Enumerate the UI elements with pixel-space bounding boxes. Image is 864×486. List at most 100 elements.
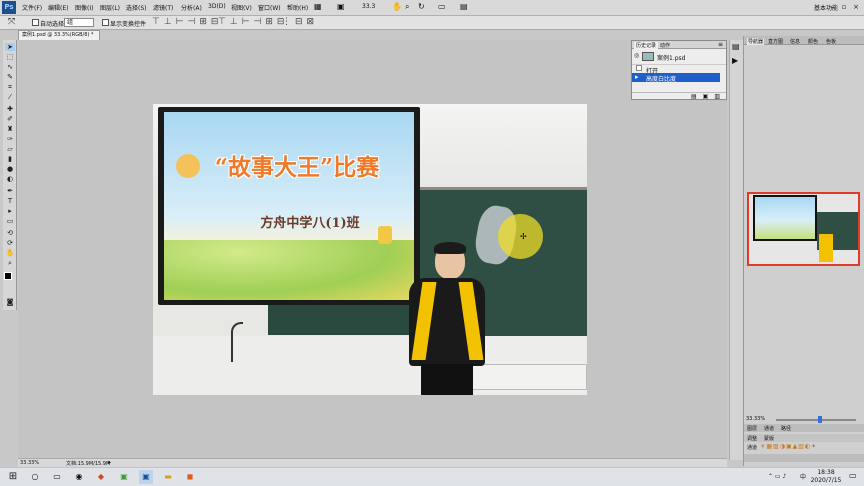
arrange-icon[interactable]: ▣ — [337, 2, 345, 11]
snapshot-label[interactable]: 案例1.psd — [657, 53, 685, 62]
menu-view[interactable]: 视图(V) — [231, 3, 252, 12]
auto-select-dropdown[interactable]: 组 — [64, 18, 94, 27]
cable — [231, 322, 243, 362]
history-item-icon — [636, 65, 642, 71]
extras-icon[interactable]: ▤ — [460, 2, 468, 11]
type-tool-icon[interactable]: T — [5, 197, 15, 205]
tab-navigator[interactable]: 导航器 — [747, 38, 765, 45]
3d-rotate-tool-icon[interactable]: ⟲ — [5, 229, 15, 237]
navigator-view-frame[interactable] — [747, 192, 860, 266]
menu-analysis[interactable]: 分析(A) — [181, 3, 202, 12]
stamp-tool-icon[interactable]: ♜ — [5, 125, 15, 133]
status-arrow-icon[interactable]: ▸ — [108, 459, 111, 466]
tab-masks[interactable]: 蒙版 — [764, 435, 774, 442]
restore-icon[interactable]: ▫ — [838, 2, 850, 13]
tab-layers[interactable]: 图层 — [747, 425, 757, 432]
navigator-zoom-handle[interactable] — [818, 416, 822, 423]
path-select-tool-icon[interactable]: ▸ — [5, 207, 15, 215]
quick-mask-icon[interactable]: ◙ — [5, 298, 15, 306]
tab-channels[interactable]: 通道 — [764, 425, 774, 432]
channels-label[interactable]: 通道 — [747, 444, 757, 451]
screen-mode-icon[interactable]: ▭ — [438, 2, 446, 11]
zoom-icon[interactable]: ⌕ — [405, 2, 409, 12]
history-source-icon[interactable]: ◎ — [634, 52, 639, 59]
adjustment-icons[interactable]: ☀▦▨◑▣▲▥◐✦ — [760, 443, 864, 452]
auto-select-label: 自动选择: — [40, 21, 67, 28]
notification-icon[interactable]: ▭ — [849, 471, 857, 480]
history-item-selected[interactable]: ▸ 高度白比度 — [632, 73, 720, 83]
marquee-tool-icon[interactable]: ⬚ — [5, 53, 15, 61]
history-panel-icon[interactable]: ▤ — [732, 42, 740, 51]
chrome-icon[interactable]: ◉ — [72, 470, 86, 484]
move-tool-icon[interactable]: ⤧ — [8, 17, 15, 27]
healing-tool-icon[interactable]: ✚ — [5, 105, 15, 113]
history-item[interactable]: 打开 — [632, 64, 726, 75]
tab-history[interactable]: 历史记录 — [634, 42, 659, 49]
zoom-tool-icon[interactable]: ⌕ — [5, 259, 15, 267]
tab-adjustments[interactable]: 调整 — [747, 435, 757, 442]
status-zoom[interactable]: 33.33% — [20, 460, 39, 466]
tab-histogram[interactable]: 直方图 — [768, 38, 783, 45]
task-view-icon[interactable]: ▭ — [50, 470, 64, 484]
eraser-tool-icon[interactable]: ▱ — [5, 145, 15, 153]
show-transform-checkbox[interactable] — [102, 19, 109, 26]
shape-tool-icon[interactable]: ▭ — [5, 217, 15, 225]
brush-tool-icon[interactable]: ✐ — [5, 115, 15, 123]
pen-tool-icon[interactable]: ✒ — [5, 187, 15, 195]
tab-swatches[interactable]: 色板 — [826, 38, 836, 45]
clock-date[interactable]: 2020/7/15 — [806, 477, 846, 484]
distribute-icons[interactable]: ⊤⊥⊢⊣⊞⊟ — [218, 17, 288, 27]
hand-tool-icon[interactable]: ✋ — [5, 249, 15, 257]
menu-3d[interactable]: 3D(D) — [208, 3, 226, 10]
move-tool-icon[interactable]: ➤ — [5, 43, 15, 51]
foreground-color-swatch[interactable] — [4, 272, 12, 280]
menu-image[interactable]: 图像(I) — [75, 3, 93, 12]
history-state-marker-icon: ▸ — [635, 73, 639, 81]
align-icons[interactable]: ⊤⊥⊢⊣⊞⊟ — [152, 17, 222, 27]
navigator-zoom[interactable]: 33.33% — [746, 416, 765, 422]
menu-help[interactable]: 帮助(H) — [287, 3, 308, 12]
panel-menu-icon[interactable]: ≡ — [718, 41, 723, 48]
powerpoint-icon[interactable]: ◆ — [94, 470, 108, 484]
menu-file[interactable]: 文件(F) — [22, 3, 42, 12]
auto-select-checkbox[interactable] — [32, 19, 39, 26]
start-windows-icon[interactable]: ⊞ — [6, 470, 20, 484]
zoom-level[interactable]: 33.3 — [362, 3, 375, 10]
navigator-zoom-slider[interactable] — [776, 419, 856, 421]
menu-select[interactable]: 选择(S) — [126, 3, 147, 12]
tray-icons[interactable]: ⌃ ▭ ♪ — [768, 473, 786, 480]
eyedropper-tool-icon[interactable]: ⁄ — [5, 93, 15, 101]
menu-edit[interactable]: 编辑(E) — [48, 3, 68, 12]
app-icon[interactable]: ◼ — [183, 470, 197, 484]
menu-filter[interactable]: 滤镜(T) — [153, 3, 173, 12]
tab-info[interactable]: 信息 — [790, 38, 800, 45]
search-icon[interactable]: ○ — [28, 470, 42, 484]
crop-tool-icon[interactable]: ⌗ — [5, 83, 15, 91]
3d-orbit-tool-icon[interactable]: ⟳ — [5, 239, 15, 247]
photoshop-taskbar-icon[interactable]: ▣ — [139, 470, 153, 484]
camtasia-icon[interactable]: ▣ — [117, 470, 131, 484]
dodge-tool-icon[interactable]: ◐ — [5, 175, 15, 183]
tab-paths[interactable]: 路径 — [781, 425, 791, 432]
blur-tool-icon[interactable]: ● — [5, 165, 15, 173]
history-footer-icons[interactable]: ▤▣▥ — [632, 92, 726, 100]
clock-time[interactable]: 18:38 — [814, 469, 838, 476]
menu-window[interactable]: 窗口(W) — [258, 3, 281, 12]
document-tab[interactable]: 案例1.psd @ 33.3%(RGB/8) * — [18, 30, 100, 40]
close-icon[interactable]: × — [850, 2, 862, 13]
actions-panel-icon[interactable]: ▶ — [732, 56, 738, 65]
lasso-tool-icon[interactable]: ∿ — [5, 63, 15, 71]
history-brush-tool-icon[interactable]: ✑ — [5, 135, 15, 143]
rotate-icon[interactable]: ↻ — [418, 2, 425, 11]
file-explorer-icon[interactable]: ▬ — [161, 470, 175, 484]
hand-icon[interactable]: ✋ — [392, 2, 402, 11]
minimize-icon[interactable]: – — [826, 2, 838, 13]
bridge-icon[interactable]: ▦ — [314, 2, 322, 11]
menu-layer[interactable]: 图层(L) — [100, 3, 120, 12]
gradient-tool-icon[interactable]: ▮ — [5, 155, 15, 163]
tab-actions[interactable]: 动作 — [660, 42, 670, 49]
document-image[interactable]: “故事大王”比赛 方舟中学八(1)班 ✢ — [153, 104, 587, 395]
quick-select-tool-icon[interactable]: ✎ — [5, 73, 15, 81]
tab-color[interactable]: 颜色 — [808, 38, 818, 45]
auto-align-icons[interactable]: ⋮⊟⊠ — [282, 17, 318, 27]
